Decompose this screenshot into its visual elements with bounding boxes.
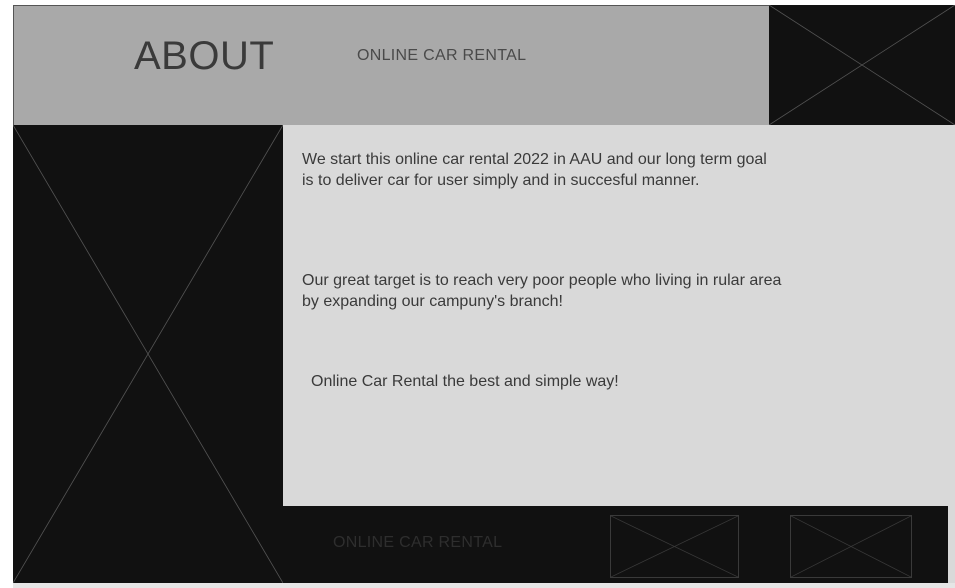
about-paragraph-target: Our great target is to reach very poor p… — [302, 272, 782, 310]
footer-bar: ONLINE CAR RENTAL — [283, 506, 948, 583]
about-content: We start this online car rental 2022 in … — [283, 125, 955, 506]
sidebar-image-placeholder-icon — [13, 125, 283, 583]
page-title: ABOUT — [134, 34, 275, 78]
header-bar: ABOUT ONLINE CAR RENTAL — [13, 5, 769, 125]
header-image-placeholder-icon — [769, 5, 955, 125]
bottom-strip — [13, 583, 955, 588]
footer-brand: ONLINE CAR RENTAL — [333, 534, 503, 551]
about-tagline: Online Car Rental the best and simple wa… — [311, 373, 619, 390]
footer-image-placeholder-icon — [790, 515, 912, 578]
about-paragraph-history: We start this online car rental 2022 in … — [302, 151, 767, 189]
footer-image-placeholder-icon — [610, 515, 739, 578]
header-brand: ONLINE CAR RENTAL — [357, 47, 527, 64]
